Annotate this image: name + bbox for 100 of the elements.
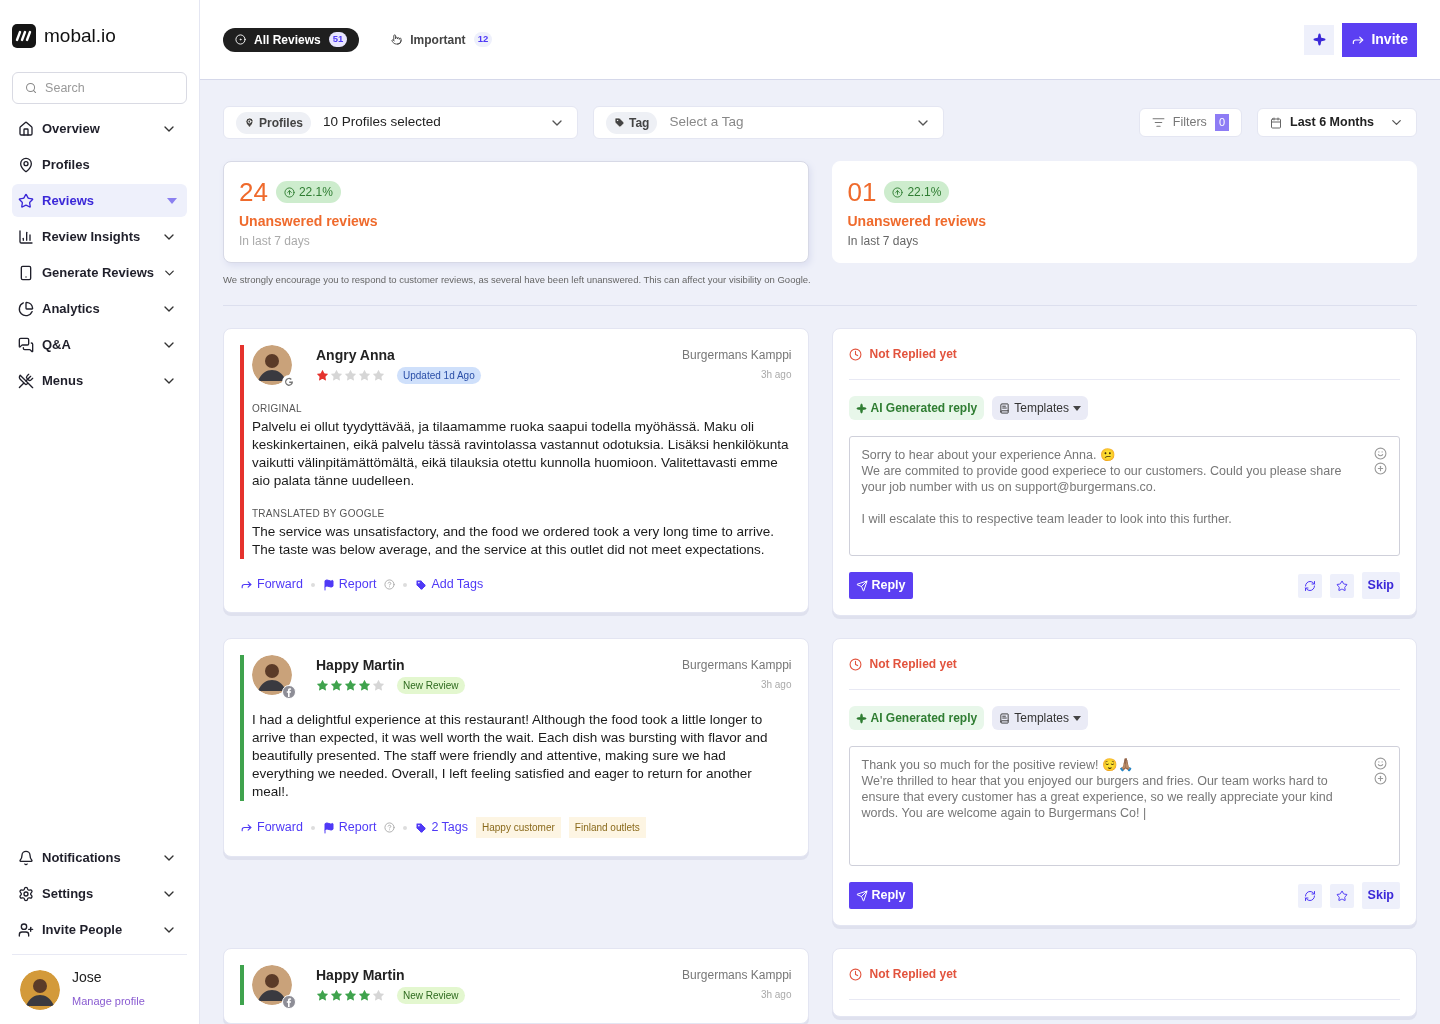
star-icon — [330, 989, 343, 1003]
refresh-button[interactable] — [1297, 573, 1322, 598]
tag-placeholder: Select a Tag — [669, 113, 745, 132]
review-badge: Updated 1d Ago — [397, 367, 481, 385]
nav-label: Review Insights — [42, 227, 142, 246]
sidebar-item[interactable]: Reviews — [12, 184, 187, 217]
nav-icon — [18, 156, 34, 173]
star-icon — [330, 679, 343, 693]
send-icon — [855, 889, 868, 902]
arrow-up-icon — [892, 186, 904, 198]
refresh-button[interactable] — [1297, 883, 1322, 908]
sparkle-button[interactable] — [1304, 24, 1335, 55]
stat-card[interactable]: 24 22.1% Unanswered reviews In last 7 days — [223, 161, 809, 263]
clock-icon — [848, 967, 862, 981]
review-time: 3h ago — [759, 678, 792, 693]
profiles-select[interactable]: Profiles 10 Profiles selected — [223, 106, 578, 139]
clock-icon — [848, 657, 862, 671]
date-range-dropdown[interactable]: Last 6 Months — [1257, 108, 1417, 137]
location-name: Burgermans Kamppi — [682, 347, 792, 365]
templates-dropdown[interactable]: Templates — [992, 396, 1088, 421]
invite-button[interactable]: Invite — [1342, 22, 1417, 57]
book-icon — [999, 712, 1011, 724]
logo-icon — [12, 24, 36, 48]
arrow-up-icon — [283, 186, 295, 198]
help-icon[interactable] — [384, 822, 396, 834]
reviewer-name: Happy Martin — [316, 656, 406, 676]
nav-icon — [18, 300, 34, 317]
emoji-icon[interactable] — [1374, 757, 1387, 771]
search-input[interactable]: Search — [45, 78, 174, 98]
manage-profile-link[interactable]: Manage profile — [72, 995, 145, 1007]
star-icon — [358, 679, 371, 693]
sparkle-icon — [855, 712, 867, 724]
section-heading: ORIGINAL — [252, 402, 303, 417]
reviewer-name: Angry Anna — [316, 346, 396, 366]
sidebar-item[interactable]: Notifications — [12, 841, 187, 874]
location-name: Burgermans Kamppi — [682, 967, 792, 985]
sidebar-item[interactable]: Profiles — [12, 148, 187, 181]
flag-icon — [322, 821, 335, 834]
tags-link[interactable]: Add Tags — [415, 575, 484, 594]
star-icon — [344, 989, 357, 1003]
emoji-icon[interactable] — [1374, 447, 1387, 461]
review-tab[interactable]: Important 12 — [379, 27, 505, 52]
stat-label: Unanswered reviews — [239, 212, 379, 231]
nav-icon — [18, 120, 34, 137]
nav-icon — [18, 372, 34, 389]
caret-icon — [1072, 405, 1081, 411]
sidebar-item[interactable]: Settings — [12, 877, 187, 910]
star-icon — [316, 369, 329, 383]
ai-reply-chip[interactable]: AI Generated reply — [848, 706, 985, 731]
reply-status: Not Replied yet — [869, 656, 957, 674]
forward-link[interactable]: Forward — [240, 575, 303, 594]
add-icon[interactable] — [1374, 462, 1387, 476]
reply-field[interactable]: Sorry to hear about your experience Anna. 😕 We are commited to provide good experiece to our customers. Could you please share your job number with us on support@burgermans.co. I will escalate this to respective team leader to look into this further. — [848, 436, 1400, 557]
sidebar-item[interactable]: Overview — [12, 112, 187, 145]
nav-icon — [18, 849, 34, 866]
sparkle-icon — [855, 402, 867, 414]
stat-card[interactable]: 01 22.1% Unanswered reviews In last 7 days — [831, 161, 1417, 263]
sidebar-item[interactable]: Q&A — [12, 328, 187, 361]
location-name: Burgermans Kamppi — [682, 657, 792, 675]
nav-label: Overview — [42, 119, 101, 138]
sidebar-item[interactable]: Analytics — [12, 292, 187, 325]
ai-reply-chip[interactable]: AI Generated reply — [848, 396, 985, 421]
star-icon — [372, 679, 385, 693]
stat-period: In last 7 days — [847, 233, 920, 250]
star-icon — [316, 679, 329, 693]
templates-dropdown[interactable]: Templates — [992, 706, 1088, 731]
sidebar-item[interactable]: Menus — [12, 364, 187, 397]
avatar — [20, 969, 60, 1010]
nav-label: Settings — [42, 884, 95, 903]
refresh-icon — [1303, 889, 1316, 902]
pointer-icon — [391, 34, 403, 45]
tag-select[interactable]: Tag Select a Tag — [593, 106, 944, 139]
reply-field[interactable]: Thank you so much for the positive review! 😌🙏🏽 We're thrilled to hear that you enjoyed our burgers and fries. Our team works hard to ensure that every customer has a great experience, so we really appreciate your kind words. You are welcome again to Burgermans Co! | — [848, 746, 1400, 867]
skip-button[interactable]: Skip — [1361, 572, 1400, 600]
search-field[interactable]: Search — [12, 72, 187, 104]
sidebar-item[interactable]: Invite People — [12, 913, 187, 946]
add-icon[interactable] — [1374, 772, 1387, 786]
search-icon — [25, 81, 38, 95]
reply-button[interactable]: Reply — [848, 882, 913, 910]
report-link[interactable]: Report — [322, 818, 377, 838]
sidebar-item[interactable]: Generate Reviews — [12, 256, 187, 289]
star-icon — [316, 989, 329, 1003]
star-icon — [330, 369, 343, 383]
tags-link[interactable]: 2 Tags — [415, 818, 468, 838]
favorite-button[interactable] — [1329, 883, 1354, 908]
filters-button[interactable]: Filters 0 — [1138, 108, 1242, 137]
nav-icon — [18, 192, 34, 209]
help-icon[interactable] — [384, 579, 396, 591]
pin-icon — [244, 117, 255, 128]
reply-button[interactable]: Reply — [848, 572, 913, 600]
review-time: 3h ago — [759, 368, 792, 383]
avatar — [252, 965, 292, 1006]
tag-icon — [415, 578, 428, 591]
report-link[interactable]: Report — [322, 575, 377, 594]
skip-button[interactable]: Skip — [1361, 882, 1400, 910]
review-tab[interactable]: All Reviews 51 — [223, 27, 360, 52]
nav-label: Invite People — [42, 920, 124, 939]
favorite-button[interactable] — [1329, 573, 1354, 598]
forward-link[interactable]: Forward — [240, 818, 303, 838]
sidebar-item[interactable]: Review Insights — [12, 220, 187, 253]
